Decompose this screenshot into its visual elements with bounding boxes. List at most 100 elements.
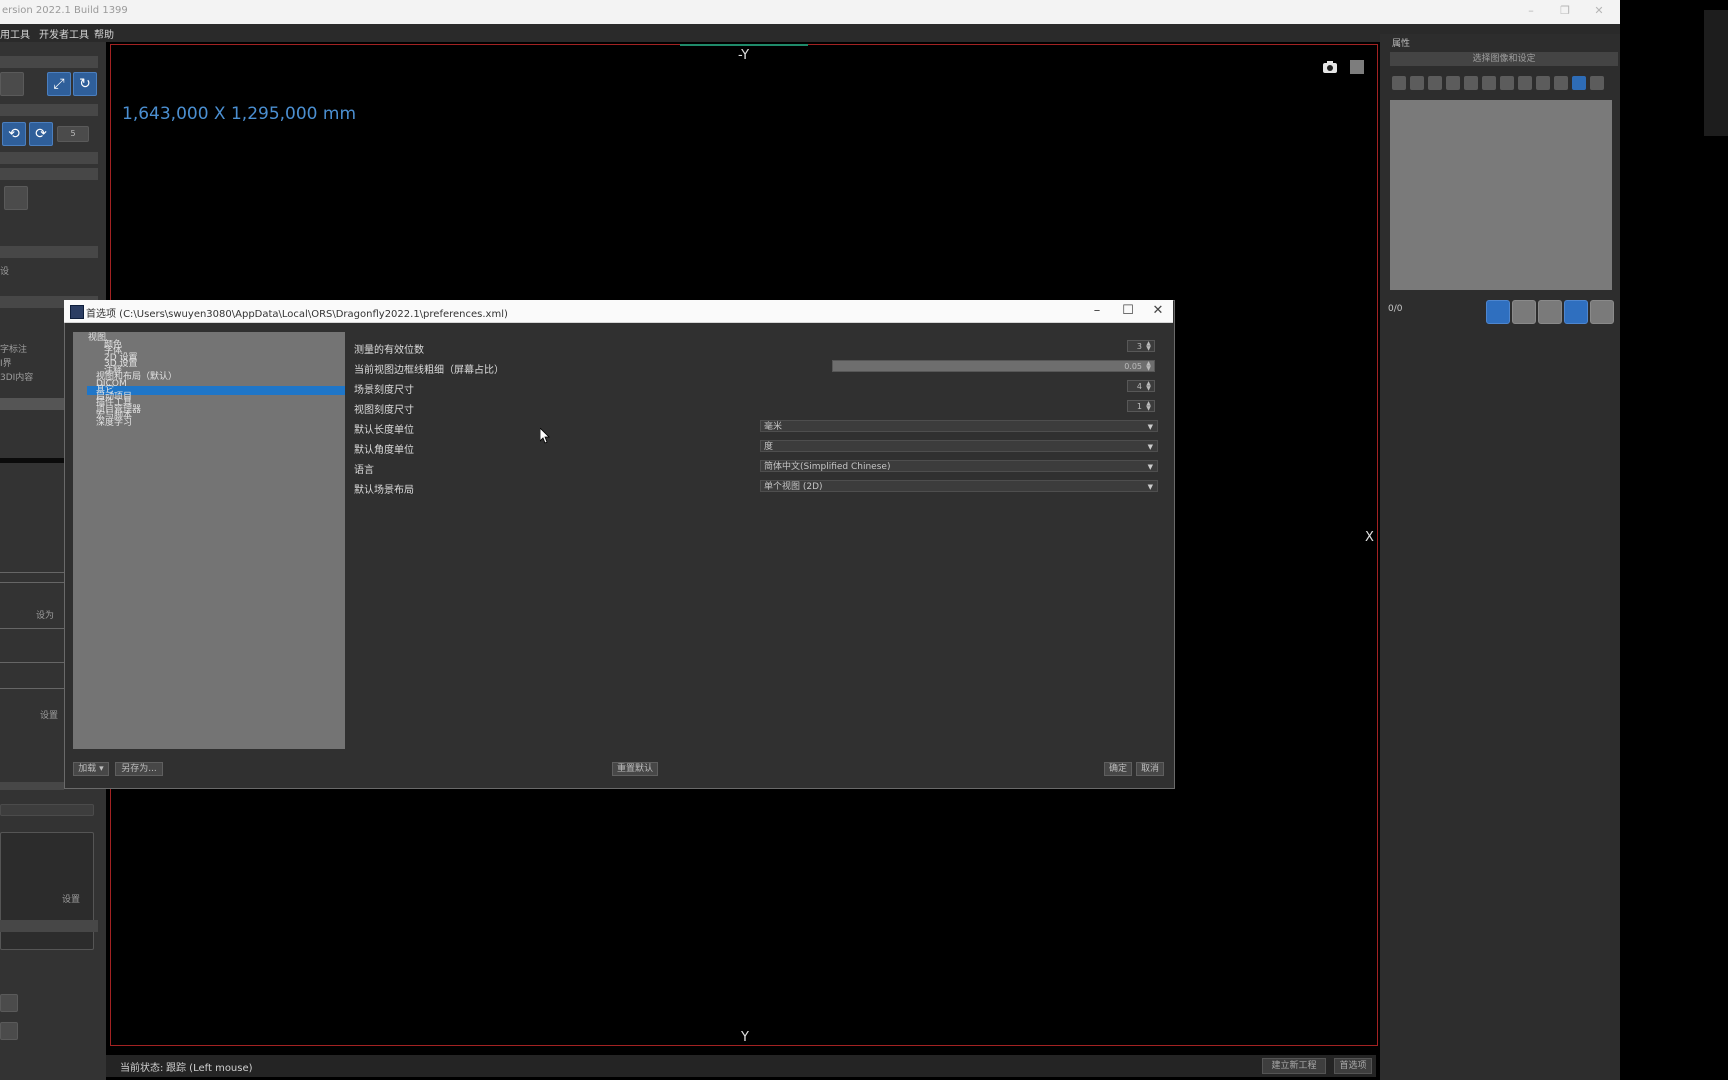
mask-icon[interactable] xyxy=(1482,76,1496,90)
axis-label-top: -Y xyxy=(738,48,750,63)
app-icon xyxy=(70,305,84,319)
panel-section-bar xyxy=(0,152,98,164)
panel-section-bar xyxy=(0,168,98,180)
import-icon[interactable] xyxy=(1564,300,1588,324)
object-count: 0/0 xyxy=(1388,304,1403,314)
grid-icon[interactable] xyxy=(0,994,18,1012)
copy-icon[interactable] xyxy=(1512,300,1536,324)
brush-icon[interactable] xyxy=(1536,76,1550,90)
sig-digits-spinbox[interactable]: 3 ▲ ▼ xyxy=(1127,340,1155,352)
eye-icon[interactable] xyxy=(1590,76,1604,90)
fit-view-icon[interactable]: ⤢ xyxy=(47,72,71,96)
panel-section-bar xyxy=(0,104,98,116)
left-panel-text: 设为 xyxy=(36,611,55,621)
view-ruler-label: 视图刻度尺寸 xyxy=(354,405,414,416)
spin-arrows-icon[interactable]: ▲ ▼ xyxy=(1144,361,1153,372)
dialog-title: 首选项 (C:\Users\swuyen3080\AppData\Local\O… xyxy=(86,309,508,320)
ok-button[interactable]: 确定 xyxy=(1104,762,1132,776)
spin-arrows-icon[interactable]: ▲ ▼ xyxy=(1144,341,1153,352)
edit-icon[interactable] xyxy=(1410,76,1424,90)
tree-item[interactable]: 深度学习 xyxy=(96,418,132,428)
dropdown-field[interactable] xyxy=(0,804,94,816)
properties-header: 选择图像和设定 xyxy=(1390,52,1618,66)
scene-layout-dropdown[interactable]: 单个视图 (2D) ▼ xyxy=(760,480,1158,492)
panel-section-bar xyxy=(0,56,98,68)
window-title: ersion 2022.1 Build 1399 xyxy=(2,5,128,16)
reset-defaults-button[interactable]: 重置默认 xyxy=(612,762,658,776)
chevron-down-icon: ▼ xyxy=(1147,423,1153,431)
object-list-view[interactable] xyxy=(1390,100,1612,290)
restore-icon[interactable]: ❐ xyxy=(1558,4,1572,18)
scene-ruler-label: 场景刻度尺寸 xyxy=(354,385,414,396)
load-button[interactable]: 加载 ▾ xyxy=(73,762,109,776)
menu-item-developer-tools[interactable]: 开发者工具 xyxy=(39,26,89,41)
view-indicator-bar xyxy=(680,44,808,46)
cancel-button[interactable]: 取消 xyxy=(1136,762,1164,776)
left-panel-text: 设 xyxy=(0,267,10,277)
rotate-right-icon[interactable]: ⟳ xyxy=(29,122,53,146)
axis-label-right: X xyxy=(1365,530,1374,545)
scene-ruler-spinbox[interactable]: 4 ▲ ▼ xyxy=(1127,380,1155,392)
delete-icon[interactable] xyxy=(1590,300,1614,324)
camera-icon[interactable] xyxy=(1322,60,1338,74)
table-icon[interactable] xyxy=(1392,76,1406,90)
layers-icon[interactable] xyxy=(1428,76,1442,90)
window-title-bar: ersion 2022.1 Build 1399 – ❐ ✕ xyxy=(0,0,1620,25)
view-dimensions-label: 1,643,000 X 1,295,000 mm xyxy=(122,104,357,124)
left-panel-text: 字标注 xyxy=(0,345,28,355)
mouse-cursor-icon xyxy=(540,428,550,444)
export-icon[interactable] xyxy=(1538,300,1562,324)
color-drop-icon[interactable] xyxy=(1486,300,1510,324)
contrast-icon[interactable] xyxy=(1446,76,1460,90)
left-group-box xyxy=(0,832,94,950)
left-panel-text: 3DI内容 xyxy=(0,373,34,383)
rotate-left-icon[interactable]: ⟲ xyxy=(2,122,26,146)
left-panel-text: 设置 xyxy=(62,895,81,905)
rotation-step-field[interactable]: 5 xyxy=(57,126,89,142)
status-label: 当前状态: xyxy=(120,1063,164,1074)
language-label: 语言 xyxy=(354,465,374,476)
dialog-maximize-icon[interactable]: ☐ xyxy=(1119,302,1137,320)
sig-digits-label: 测量的有效位数 xyxy=(354,345,424,356)
preferences-button[interactable]: 首选项 xyxy=(1334,1058,1372,1074)
language-dropdown[interactable]: 简体中文(Simplified Chinese) ▼ xyxy=(760,460,1158,472)
axis-label-bottom: Y xyxy=(741,1030,749,1045)
chevron-down-icon: ▼ xyxy=(1147,443,1153,451)
left-panel-text: 设置 xyxy=(40,711,59,721)
view-ruler-spinbox[interactable]: 1 ▲ ▼ xyxy=(1127,400,1155,412)
spin-arrows-icon[interactable]: ▲ ▼ xyxy=(1144,401,1153,412)
desktop-edge xyxy=(1620,0,1728,1080)
spin-arrows-icon[interactable]: ▲ ▼ xyxy=(1144,381,1153,392)
highlight-icon[interactable] xyxy=(1572,76,1586,90)
palette-icon[interactable] xyxy=(1464,76,1478,90)
dialog-minimize-icon[interactable]: – xyxy=(1088,302,1106,320)
length-unit-dropdown[interactable]: 毫米 ▼ xyxy=(760,420,1158,432)
angle-unit-dropdown[interactable]: 度 ▼ xyxy=(760,440,1158,452)
shape-icon[interactable] xyxy=(1500,76,1514,90)
line-thickness-spinbox[interactable]: 0.05 ▲ ▼ xyxy=(832,360,1155,372)
reset-view-icon[interactable]: ↻ xyxy=(73,72,97,96)
panel-section-bar xyxy=(0,782,64,790)
pipette-icon[interactable] xyxy=(1554,76,1568,90)
new-project-button[interactable]: 建立新工程 xyxy=(1262,1058,1326,1074)
properties-label: 属性 xyxy=(1392,39,1411,49)
pen-icon[interactable] xyxy=(4,186,28,210)
status-value: 跟踪 (Left mouse) xyxy=(166,1063,253,1074)
panel-section-bar xyxy=(0,246,98,258)
save-as-button[interactable]: 另存为... xyxy=(115,762,163,776)
menu-item-help[interactable]: 帮助 xyxy=(94,26,114,41)
crosshair-icon[interactable] xyxy=(0,72,24,96)
view-options-icon[interactable] xyxy=(1350,60,1364,74)
dialog-close-icon[interactable]: ✕ xyxy=(1149,302,1167,320)
length-unit-label: 默认长度单位 xyxy=(354,425,414,436)
status-bar: 当前状态: 跟踪 (Left mouse) 建立新工程 首选项 xyxy=(106,1055,1376,1077)
frame-icon[interactable] xyxy=(1518,76,1532,90)
menu-item-tools[interactable]: 用工具 xyxy=(0,26,30,41)
minimize-icon[interactable]: – xyxy=(1524,4,1538,18)
chevron-down-icon: ▼ xyxy=(1147,463,1153,471)
color-bar xyxy=(0,458,64,463)
panel-section-bar xyxy=(0,920,98,932)
table-icon[interactable] xyxy=(0,1022,18,1040)
menu-bar: 用工具 开发者工具 帮助 xyxy=(0,24,1620,42)
close-icon[interactable]: ✕ xyxy=(1592,4,1606,18)
